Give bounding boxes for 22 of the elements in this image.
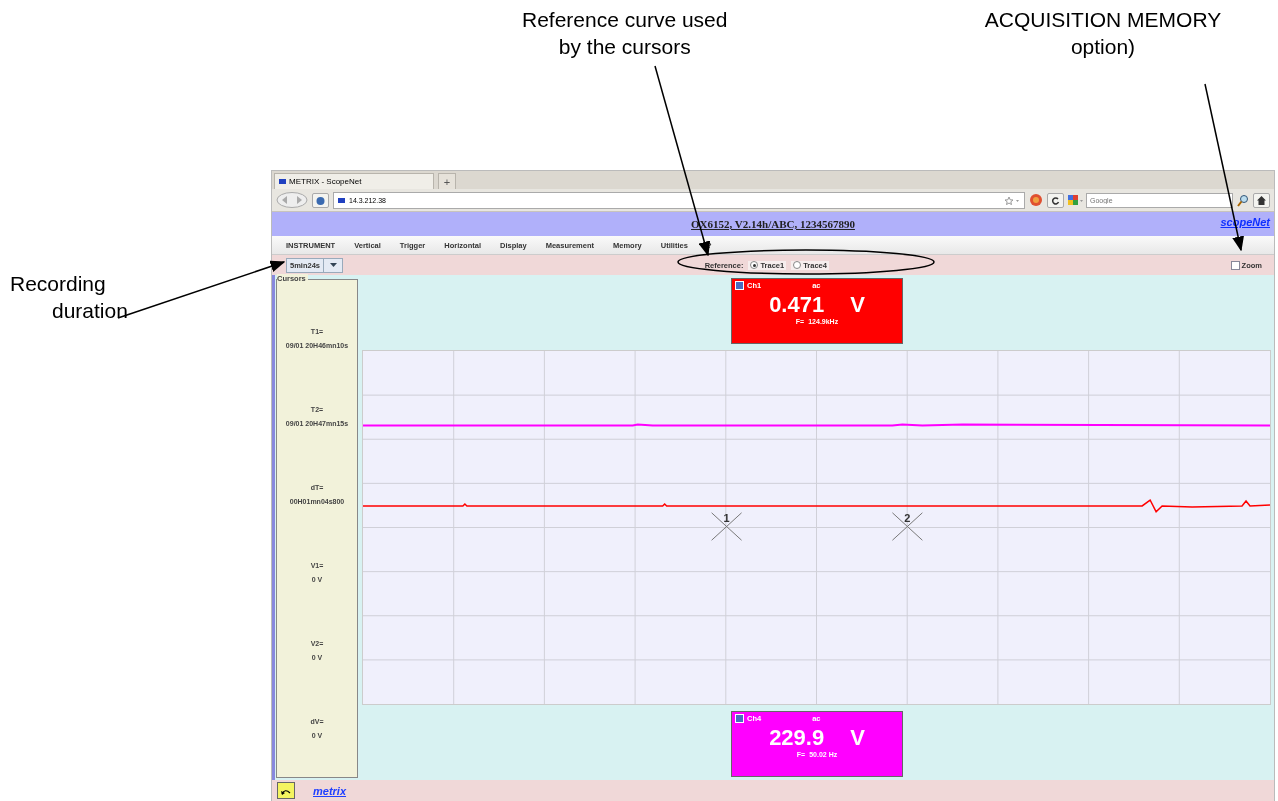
channel-checkbox[interactable] [735,281,744,290]
channel-value: 229.9 [769,725,825,751]
channel-checkbox[interactable] [735,714,744,723]
annotation-text: Reference curve used by the cursors [522,7,728,60]
star-icon[interactable] [1004,195,1020,205]
annotation-text: ACQUISITION MEMORY option) [983,7,1223,60]
favicon-icon [279,179,286,184]
channel-unit: V [850,292,865,318]
reload-icon[interactable] [1047,192,1064,208]
search-icon[interactable] [1237,193,1249,207]
back-button[interactable] [277,782,295,799]
browser-tab[interactable]: METRIX - ScopeNet [274,173,434,189]
channel-unit: V [850,725,865,751]
annotation-text: Recording duration [10,271,128,324]
caret-icon [329,263,337,267]
favicon-icon [338,197,345,203]
new-tab-button[interactable]: + [438,173,456,189]
search-engine-icon[interactable] [1068,194,1084,206]
footer-logo: metrix [313,784,347,797]
stop-icon[interactable] [1029,193,1043,207]
channel-value: 0.471 [769,292,825,318]
home-icon[interactable] [1253,192,1270,208]
